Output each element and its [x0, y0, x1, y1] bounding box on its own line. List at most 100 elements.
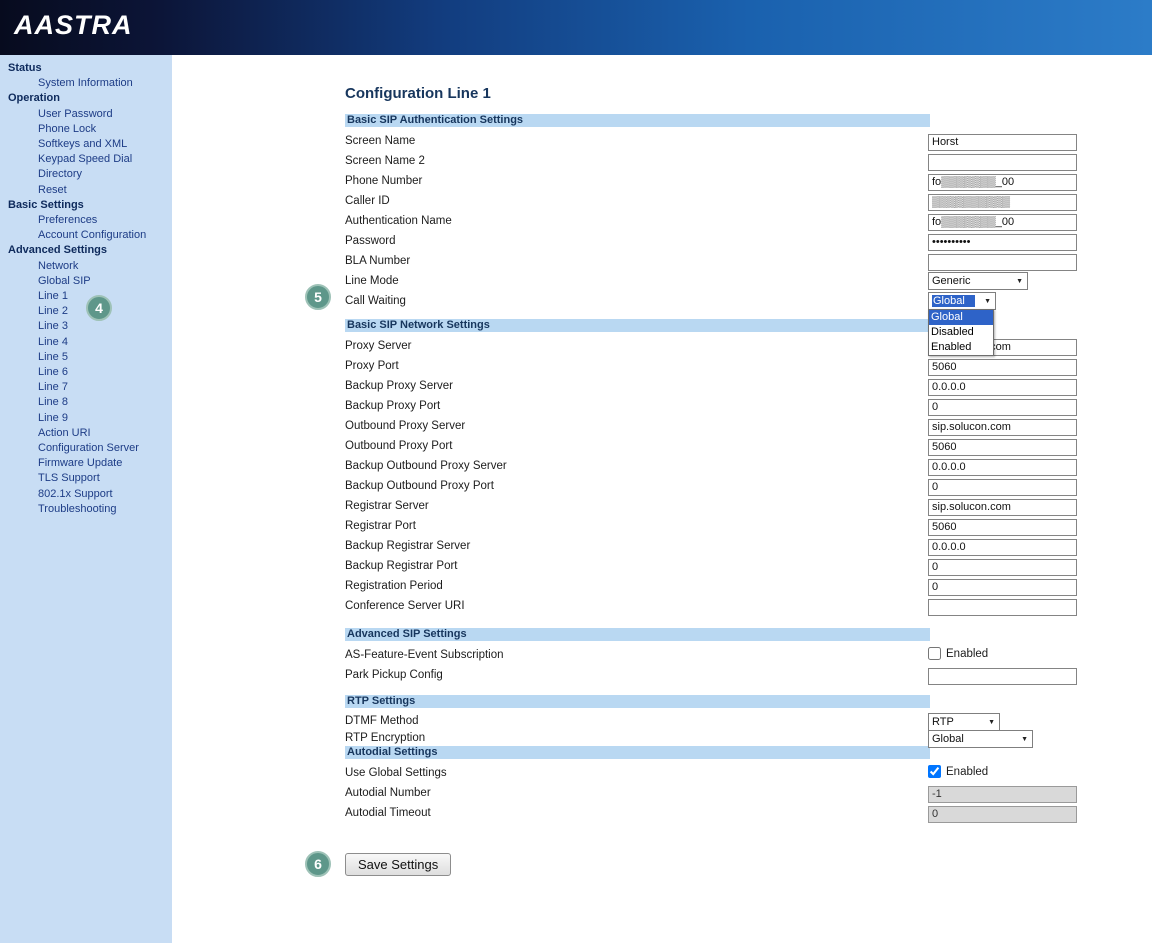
caller-id-input[interactable] [928, 194, 1077, 211]
line-mode-select[interactable]: Generic ▼ [928, 272, 1028, 290]
conference-server-uri-input[interactable] [928, 599, 1077, 616]
call-waiting-select[interactable]: Global ▼ [928, 292, 996, 310]
backup-registrar-port-input[interactable] [928, 559, 1077, 576]
outbound-proxy-port-label: Outbound Proxy Port [345, 440, 452, 452]
use-global-settings-checkbox[interactable] [928, 765, 941, 778]
chevron-down-icon: ▼ [984, 719, 999, 726]
screen-name-input[interactable] [928, 134, 1077, 151]
dropdown-option-global[interactable]: Global [929, 310, 993, 325]
sidebar-item-line-5[interactable]: Line 5 [0, 350, 172, 365]
form-row-backup-registrar-port: Backup Registrar Port [345, 556, 930, 576]
aastra-logo: AASTRA [14, 10, 133, 41]
use-global-settings-checkbox-label: Enabled [946, 766, 988, 778]
autodial-timeout-input [928, 806, 1077, 823]
form-row-backup-outbound-proxy-port: Backup Outbound Proxy Port [345, 476, 930, 496]
line-mode-label: Line Mode [345, 275, 399, 287]
sidebar-item-line-4[interactable]: Line 4 [0, 335, 172, 350]
form-row-outbound-proxy-server: Outbound Proxy Server [345, 416, 930, 436]
rtp-encryption-select[interactable]: Global ▼ [928, 730, 1033, 748]
callout-badge-4: 4 [86, 295, 112, 321]
backup-registrar-server-input[interactable] [928, 539, 1077, 556]
form-row-use-global-settings: Use Global Settings Enabled [345, 763, 930, 783]
sidebar-item-preferences[interactable]: Preferences [0, 213, 172, 228]
sidebar-item-line-8[interactable]: Line 8 [0, 395, 172, 410]
form-row-backup-proxy-server: Backup Proxy Server [345, 376, 930, 396]
form-row-backup-outbound-proxy-server: Backup Outbound Proxy Server [345, 456, 930, 476]
screen-name-label: Screen Name [345, 135, 415, 147]
dtmf-method-selected-value: RTP [932, 716, 954, 728]
sidebar-item-line-9[interactable]: Line 9 [0, 411, 172, 426]
sidebar-item-line-1[interactable]: Line 1 [0, 289, 172, 304]
sidebar-item-line-6[interactable]: Line 6 [0, 365, 172, 380]
sidebar-item-user-password[interactable]: User Password [0, 107, 172, 122]
autodial-timeout-label: Autodial Timeout [345, 807, 431, 819]
sidebar-item-network[interactable]: Network [0, 259, 172, 274]
form-row-backup-proxy-port: Backup Proxy Port [345, 396, 930, 416]
as-feature-event-label: AS-Feature-Event Subscription [345, 649, 504, 661]
use-global-settings-label: Use Global Settings [345, 767, 447, 779]
authentication-name-input[interactable] [928, 214, 1077, 231]
sidebar-item-tls-support[interactable]: TLS Support [0, 471, 172, 486]
save-settings-button[interactable]: Save Settings [345, 853, 451, 876]
phone-number-label: Phone Number [345, 175, 422, 187]
sidebar-item-softkeys-xml[interactable]: Softkeys and XML [0, 137, 172, 152]
sidebar-item-account-configuration[interactable]: Account Configuration [0, 228, 172, 243]
section-header-autodial: Autodial Settings [345, 746, 930, 759]
backup-outbound-proxy-port-input[interactable] [928, 479, 1077, 496]
registrar-server-input[interactable] [928, 499, 1077, 516]
sidebar-item-phone-lock[interactable]: Phone Lock [0, 122, 172, 137]
sidebar-item-directory[interactable]: Directory [0, 167, 172, 182]
sidebar-item-action-uri[interactable]: Action URI [0, 426, 172, 441]
form-row-autodial-number: Autodial Number [345, 783, 930, 803]
as-feature-event-checkbox[interactable] [928, 647, 941, 660]
outbound-proxy-server-input[interactable] [928, 419, 1077, 436]
sidebar-item-configuration-server[interactable]: Configuration Server [0, 441, 172, 456]
outbound-proxy-server-label: Outbound Proxy Server [345, 420, 465, 432]
backup-proxy-server-label: Backup Proxy Server [345, 380, 453, 392]
backup-outbound-proxy-server-input[interactable] [928, 459, 1077, 476]
chevron-down-icon: ▼ [980, 298, 995, 305]
form-row-bla-number: BLA Number [345, 251, 930, 271]
form-row-as-feature-event: AS-Feature-Event Subscription Enabled [345, 645, 930, 665]
backup-proxy-server-input[interactable] [928, 379, 1077, 396]
phone-number-input[interactable] [928, 174, 1077, 191]
section-header-advanced: Advanced SIP Settings [345, 628, 930, 641]
registrar-server-label: Registrar Server [345, 500, 429, 512]
form-row-dtmf-method: DTMF Method RTP ▼ [345, 712, 930, 729]
registration-period-label: Registration Period [345, 580, 443, 592]
dropdown-option-enabled[interactable]: Enabled [929, 340, 993, 355]
conference-server-uri-label: Conference Server URI [345, 600, 465, 612]
bla-number-input[interactable] [928, 254, 1077, 271]
dtmf-method-select[interactable]: RTP ▼ [928, 713, 1000, 731]
sidebar-item-keypad-speed-dial[interactable]: Keypad Speed Dial [0, 152, 172, 167]
sidebar-item-line-3[interactable]: Line 3 [0, 319, 172, 334]
sidebar-item-firmware-update[interactable]: Firmware Update [0, 456, 172, 471]
screen-name-2-label: Screen Name 2 [345, 155, 425, 167]
sidebar-item-reset[interactable]: Reset [0, 183, 172, 198]
form-row-park-pickup-config: Park Pickup Config [345, 665, 930, 685]
park-pickup-config-input[interactable] [928, 668, 1077, 685]
form-row-call-waiting: Call Waiting Global ▼ Global Disabled En… [345, 291, 930, 311]
password-input[interactable] [928, 234, 1077, 251]
sidebar-item-line-7[interactable]: Line 7 [0, 380, 172, 395]
form-row-password: Password [345, 231, 930, 251]
backup-proxy-port-input[interactable] [928, 399, 1077, 416]
sidebar-item-8021x-support[interactable]: 802.1x Support [0, 487, 172, 502]
section-header-network: Basic SIP Network Settings [345, 319, 930, 332]
screen-name-2-input[interactable] [928, 154, 1077, 171]
form-row-conference-server-uri: Conference Server URI [345, 596, 930, 616]
dtmf-method-label: DTMF Method [345, 715, 419, 727]
registration-period-input[interactable] [928, 579, 1077, 596]
registrar-port-input[interactable] [928, 519, 1077, 536]
sidebar-section-operation: Operation [0, 91, 172, 106]
form-row-backup-registrar-server: Backup Registrar Server [345, 536, 930, 556]
sidebar-item-troubleshooting[interactable]: Troubleshooting [0, 502, 172, 517]
proxy-port-input[interactable] [928, 359, 1077, 376]
sidebar-item-system-information[interactable]: System Information [0, 76, 172, 91]
sidebar-item-global-sip[interactable]: Global SIP [0, 274, 172, 289]
dropdown-option-disabled[interactable]: Disabled [929, 325, 993, 340]
rtp-encryption-label: RTP Encryption [345, 732, 425, 744]
registrar-port-label: Registrar Port [345, 520, 416, 532]
authentication-name-label: Authentication Name [345, 215, 452, 227]
outbound-proxy-port-input[interactable] [928, 439, 1077, 456]
